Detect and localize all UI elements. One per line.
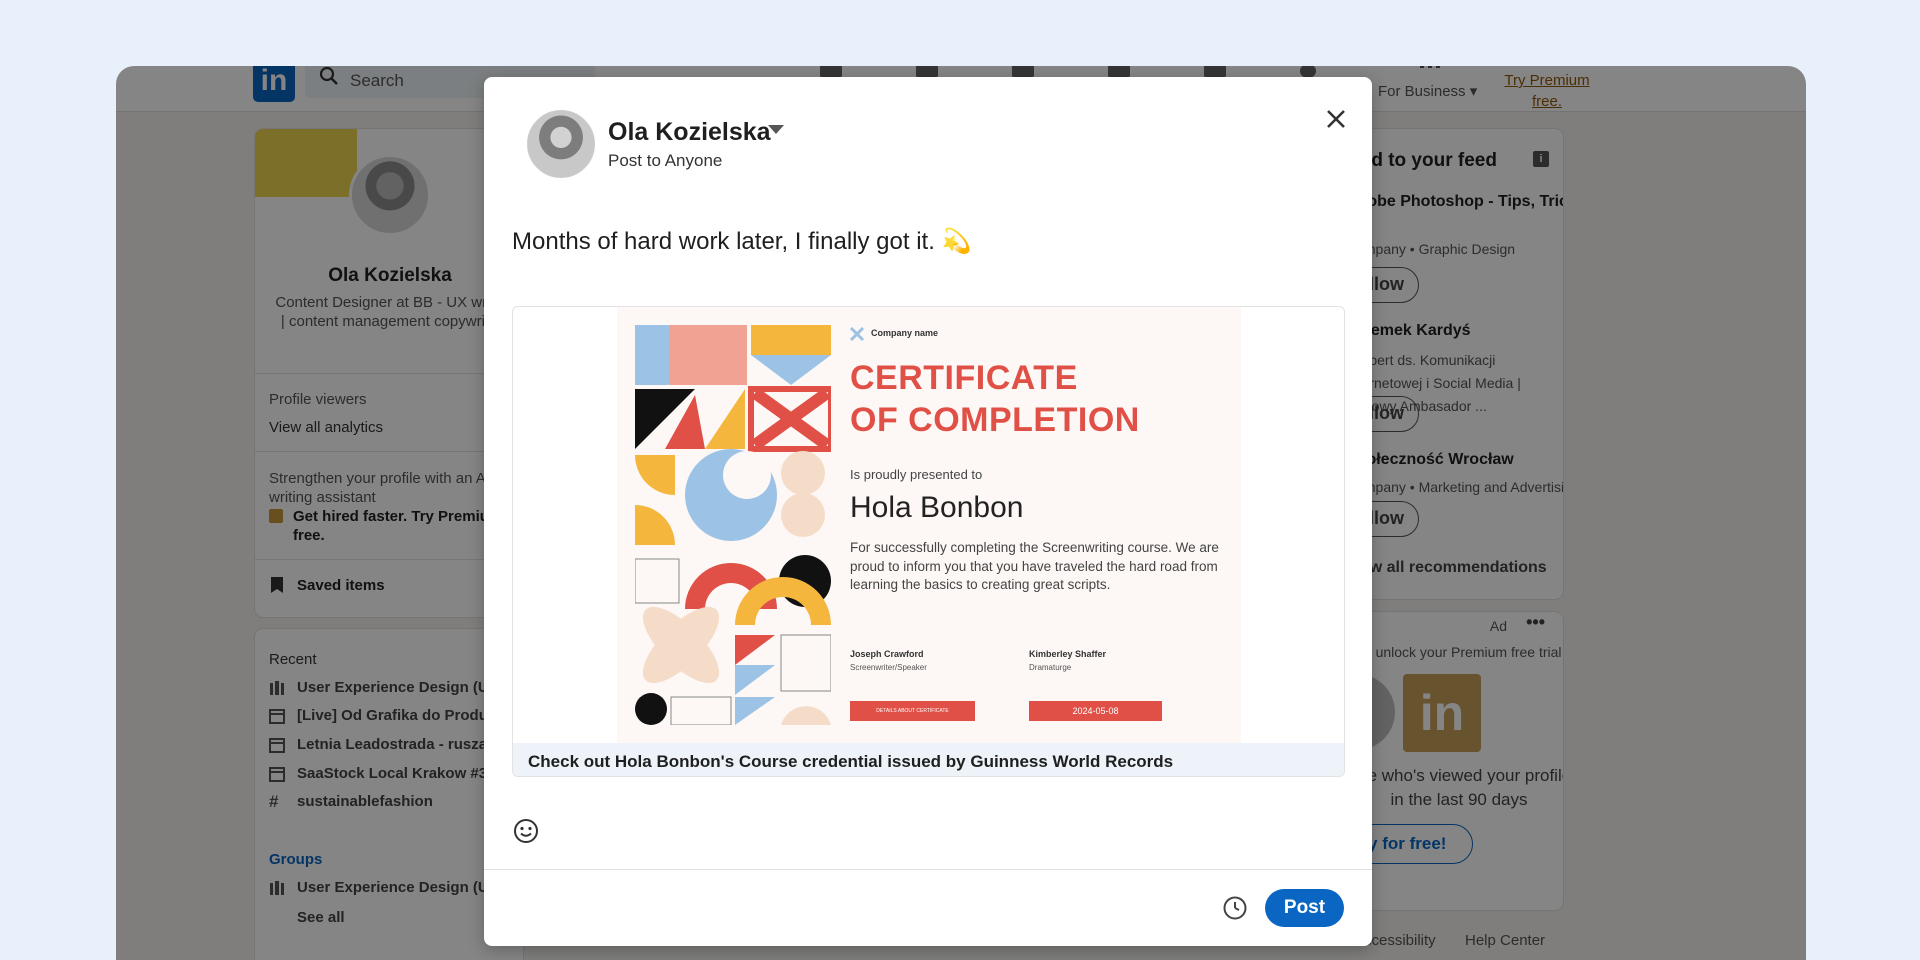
certificate-image: Company name CERTIFICATE OF COMPLETION I… xyxy=(617,307,1241,743)
geometric-pattern xyxy=(635,325,831,725)
signer2-name: Kimberley Shaffer xyxy=(1029,649,1107,659)
certificate-title-line1: CERTIFICATE xyxy=(850,359,1078,397)
author-name[interactable]: Ola Kozielska xyxy=(608,118,771,147)
company-logo-icon xyxy=(850,327,864,341)
preview-caption[interactable]: Check out Hola Bonbon's Course credentia… xyxy=(513,743,1344,776)
certificate-date-badge: 2024-05-08 xyxy=(1029,701,1162,721)
emoji-icon[interactable] xyxy=(512,817,540,845)
certificate-details-badge: DETAILS ABOUT CERTIFICATE xyxy=(850,701,975,721)
presented-text: Is proudly presented to xyxy=(850,467,983,482)
signer1-role: Screenwriter/Speaker xyxy=(850,663,927,672)
signer2-role: Dramaturge xyxy=(1029,663,1072,672)
credential-preview[interactable]: Company name CERTIFICATE OF COMPLETION I… xyxy=(512,306,1345,777)
post-composer-modal: Ola Kozielska Post to Anyone Months of h… xyxy=(484,77,1372,946)
author-avatar xyxy=(527,110,595,178)
audience-label[interactable]: Post to Anyone xyxy=(608,151,722,171)
schedule-clock-icon[interactable] xyxy=(1222,895,1248,921)
post-text-input[interactable]: Months of hard work later, I finally got… xyxy=(512,227,971,256)
signer1-name: Joseph Crawford xyxy=(850,649,924,659)
certificate-body: For successfully completing the Screenwr… xyxy=(850,540,1219,592)
close-icon[interactable] xyxy=(1318,101,1354,137)
post-button[interactable]: Post xyxy=(1265,889,1344,927)
company-name: Company name xyxy=(871,328,939,338)
chevron-down-icon[interactable] xyxy=(768,125,784,134)
certificate-title-line2: OF COMPLETION xyxy=(850,401,1140,439)
recipient-name: Hola Bonbon xyxy=(850,491,1024,524)
certificate-title: CERTIFICATE OF COMPLETION xyxy=(850,357,1140,441)
